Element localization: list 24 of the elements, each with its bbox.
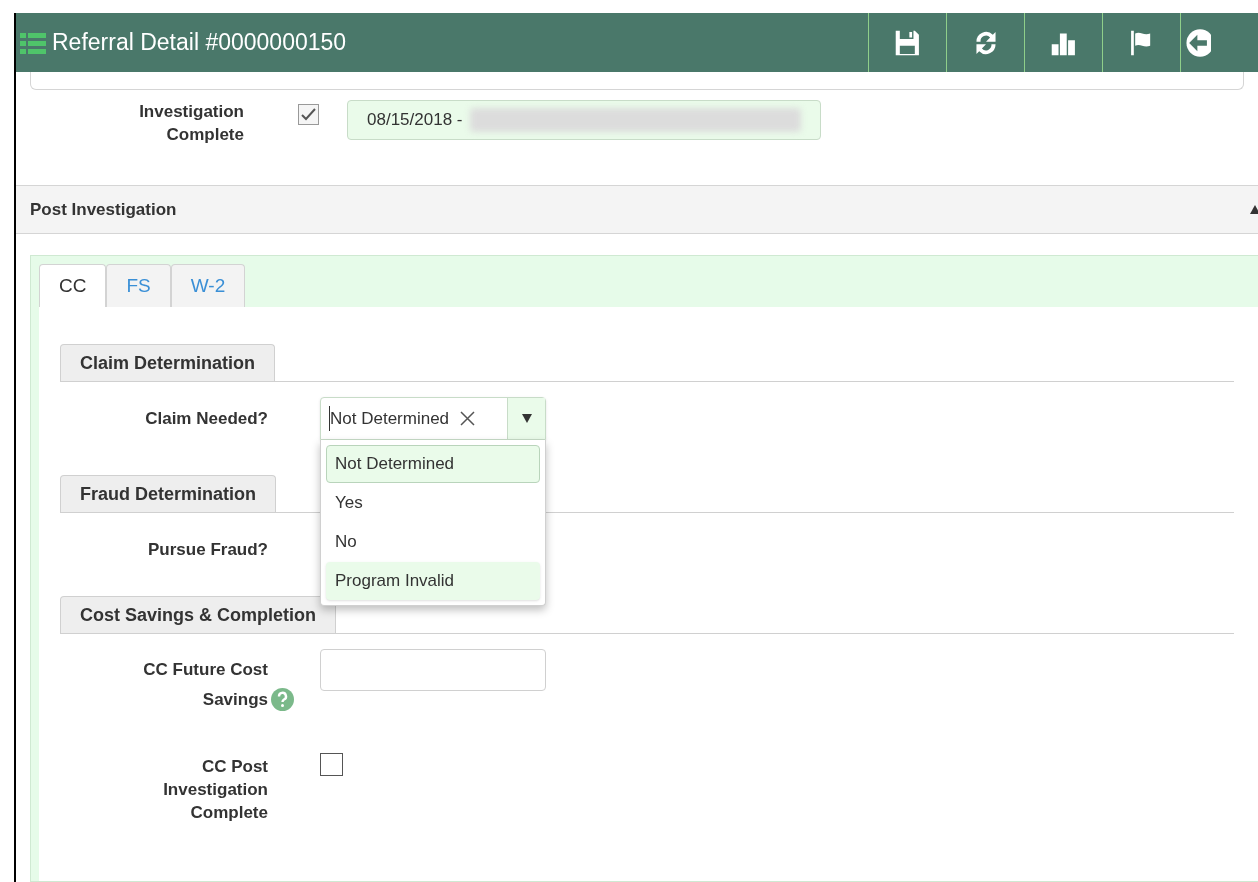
dropdown-arrow-button[interactable] [507,398,545,439]
dropdown-field[interactable]: Not Determined [320,397,546,440]
field-label: CC Post Investigation Complete [162,756,268,824]
dropdown-value: Not Determined [329,405,450,432]
field-label: Pursue Fraud? [148,539,268,561]
dropdown-option[interactable]: Program Invalid [326,562,540,600]
window-title: Referral Detail #0000000150 [52,28,348,58]
field-label: Claim Needed? [145,408,268,430]
group-header: Cost Savings & Completion [60,596,337,633]
field-label: Investigation Complete [138,101,244,146]
list-icon [20,31,46,54]
group-header: Claim Determination [60,344,276,381]
caret-icon [521,414,532,423]
clear-icon[interactable] [459,410,477,427]
section-header[interactable]: Post Investigation [16,185,1258,234]
tab[interactable]: CC [39,264,107,308]
section-title: Post Investigation [30,198,177,221]
date-field[interactable]: 08/15/2018 - [347,100,821,140]
checkbox[interactable] [298,104,319,125]
checkbox[interactable] [320,753,343,776]
text-input[interactable] [320,649,546,691]
dropdown-option[interactable]: Not Determined [326,445,540,483]
group-header: Fraud Determination [60,475,277,512]
field-label: CC Future Cost Savings [142,659,268,711]
